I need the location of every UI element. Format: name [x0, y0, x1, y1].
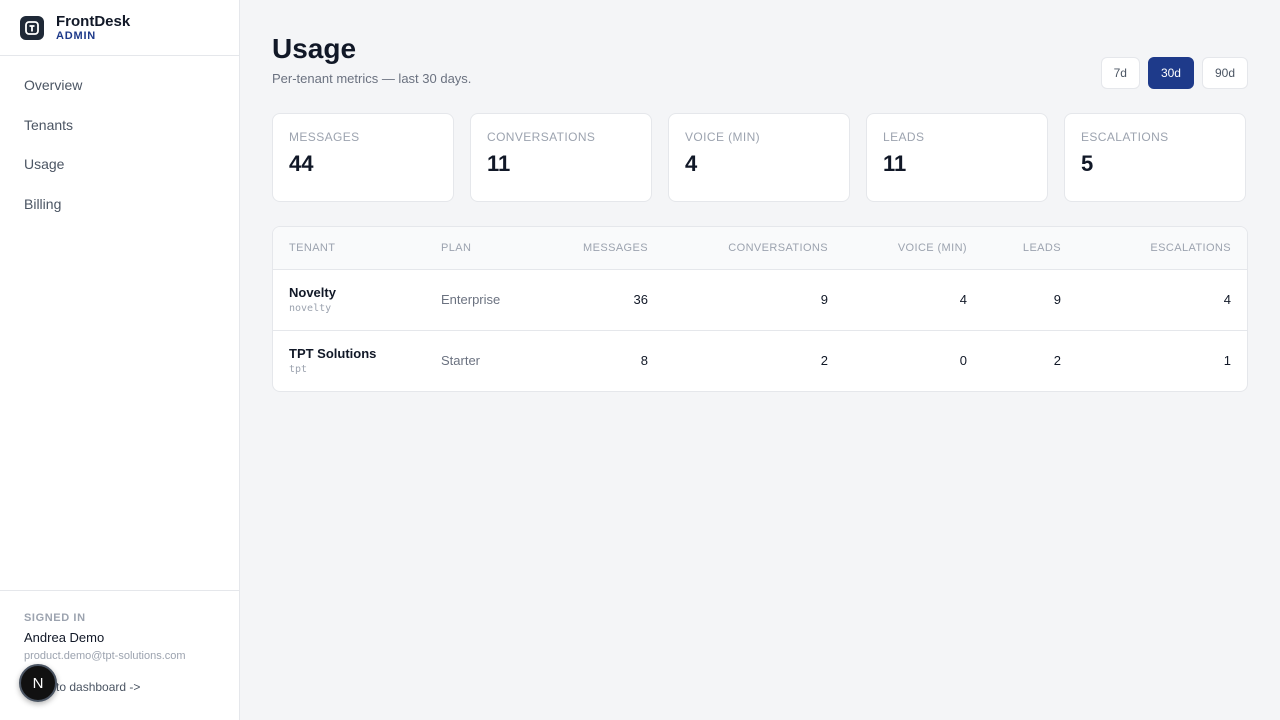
stat-card-leads: LEADS 11: [866, 113, 1048, 202]
leads-cell: 9: [1053, 292, 1061, 307]
stat-label: LEADS: [883, 130, 925, 144]
dev-tools-badge[interactable]: N: [19, 664, 57, 702]
column-header-messages[interactable]: MESSAGES: [535, 227, 664, 270]
usage-table: TENANT PLAN MESSAGES CONVERSATIONS VOICE…: [272, 226, 1248, 392]
stat-label: VOICE (MIN): [685, 130, 761, 144]
stat-label: CONVERSATIONS: [487, 130, 596, 144]
tenant-cell: TPT Solutions tpt: [273, 329, 425, 391]
messages-cell: 36: [633, 292, 648, 307]
signed-in-label: SIGNED IN: [24, 612, 86, 624]
column-header-conversations[interactable]: CONVERSATIONS: [664, 227, 844, 270]
user-name: Andrea Demo: [24, 630, 105, 645]
column-header-tenant[interactable]: TENANT: [273, 227, 425, 270]
date-range-selector: 7d 30d 90d: [1100, 57, 1248, 89]
conversations-cell: 9: [820, 292, 828, 307]
sidebar: FrontDesk ADMIN Overview Tenants Usage B…: [0, 0, 240, 720]
range-7d-button[interactable]: 7d: [1100, 57, 1140, 89]
table-header-row: TENANT PLAN MESSAGES CONVERSATIONS VOICE…: [273, 227, 1247, 270]
sidebar-item-billing[interactable]: Billing: [0, 185, 239, 225]
stat-card-conversations: CONVERSATIONS 11: [470, 113, 652, 202]
tenant-name[interactable]: TPT Solutions: [289, 346, 409, 361]
sidebar-item-usage[interactable]: Usage: [0, 145, 239, 185]
tenant-cell: Novelty novelty: [273, 269, 425, 330]
escalations-cell: 4: [1223, 292, 1231, 307]
app-logo-icon: [20, 15, 44, 40]
tenant-name[interactable]: Novelty: [289, 285, 409, 300]
stat-value: 11: [883, 151, 907, 176]
brand-name: FrontDesk: [56, 12, 131, 30]
range-30d-button[interactable]: 30d: [1147, 57, 1194, 89]
stat-card-messages: MESSAGES 44: [272, 113, 454, 202]
stat-card-escalations: ESCALATIONS 5: [1064, 113, 1246, 202]
column-header-leads[interactable]: LEADS: [983, 227, 1077, 270]
page-title: Usage: [272, 33, 357, 64]
stat-card-voice: VOICE (MIN) 4: [668, 113, 850, 202]
stat-value: 4: [685, 151, 698, 176]
brand[interactable]: FrontDesk ADMIN: [0, 0, 239, 56]
page-subtitle: Per-tenant metrics — last 30 days.: [272, 71, 472, 86]
tenant-slug: novelty: [289, 303, 332, 314]
tenant-slug: tpt: [289, 364, 308, 376]
stat-label: MESSAGES: [289, 130, 360, 144]
stat-cards: MESSAGES 44 CONVERSATIONS 11 VOICE (MIN)…: [272, 113, 1248, 202]
stat-value: 11: [487, 151, 511, 176]
stat-value: 44: [289, 151, 314, 176]
voice-cell: 0: [844, 329, 983, 391]
escalations-cell: 1: [1077, 329, 1247, 391]
voice-cell: 4: [959, 292, 967, 307]
sidebar-nav: Overview Tenants Usage Billing: [0, 56, 239, 224]
conversations-cell: 2: [664, 329, 844, 391]
table-row[interactable]: Novelty novelty Enterprise 36 9 4 9 4: [273, 269, 1247, 330]
plan-cell: Starter: [425, 329, 535, 391]
column-header-escalations[interactable]: ESCALATIONS: [1077, 227, 1247, 270]
user-email: product.demo@tpt-solutions.com: [24, 650, 186, 662]
range-90d-button[interactable]: 90d: [1201, 57, 1248, 89]
sidebar-item-overview[interactable]: Overview: [0, 66, 239, 106]
leads-cell: 2: [983, 329, 1077, 391]
plan-cell: Enterprise: [441, 292, 501, 307]
stat-value: 5: [1081, 151, 1094, 176]
messages-cell: 8: [535, 329, 664, 391]
sidebar-item-tenants[interactable]: Tenants: [0, 106, 239, 146]
table-row[interactable]: TPT Solutions tpt Starter 8 2 0 2 1: [273, 329, 1247, 391]
brand-subtitle: ADMIN: [56, 29, 97, 42]
column-header-voice[interactable]: VOICE (MIN): [844, 227, 983, 270]
stat-label: ESCALATIONS: [1081, 130, 1169, 144]
column-header-plan[interactable]: PLAN: [425, 227, 535, 270]
